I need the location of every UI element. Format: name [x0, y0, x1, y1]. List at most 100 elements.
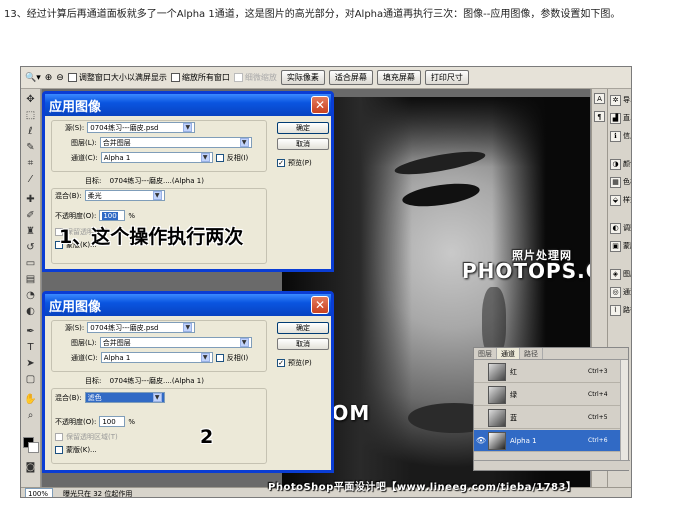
quick-select-tool-icon[interactable]: ✎: [24, 141, 37, 154]
type-tool-icon[interactable]: T: [24, 341, 37, 354]
dialog-1-opacity-input[interactable]: 100: [99, 210, 126, 221]
chevron-down-icon: ▼: [200, 353, 210, 362]
dock-navigator[interactable]: ✲导...: [610, 91, 631, 109]
paragraph-panel-icon[interactable]: ¶: [594, 111, 605, 122]
info-icon: ℹ: [610, 130, 621, 142]
chevron-down-icon: ▼: [152, 191, 162, 200]
fit-screen-button[interactable]: 适合屏幕: [328, 70, 373, 85]
dialog-1-channel-select[interactable]: Alpha 1 ▼: [100, 152, 213, 163]
dock-color[interactable]: ◑颜色: [610, 155, 631, 173]
paths-icon: ⌇: [610, 304, 621, 316]
dialog-1-blend-select[interactable]: 柔光 ▼: [84, 190, 165, 201]
stamp-tool-icon[interactable]: ♜: [24, 225, 37, 238]
dock-channels[interactable]: ◎通道: [610, 283, 631, 301]
pen-tool-icon[interactable]: ✒: [24, 325, 37, 338]
channel-thumbnail: [488, 362, 506, 381]
shape-tool-icon[interactable]: ▢: [24, 373, 37, 386]
channels-icon: ◎: [610, 286, 621, 298]
history-brush-icon[interactable]: ↺: [24, 241, 37, 254]
dialog-2-annotation: 2: [200, 426, 214, 448]
eyedropper-tool-icon[interactable]: ⁄: [24, 173, 37, 186]
dock-paths[interactable]: ⌇路径: [610, 301, 631, 319]
dock-adjustments[interactable]: ◐调整: [610, 219, 631, 237]
brush-tool-icon[interactable]: ✐: [24, 209, 37, 222]
dialog-2-opacity-input[interactable]: 100: [99, 416, 126, 427]
photoshop-window: 🔍▾ ⊕ ⊖ 调整窗口大小以满屏显示 缩放所有窗口 细微缩放 实际像素 适合屏幕…: [20, 66, 632, 498]
hand-tool-icon[interactable]: ✋: [24, 393, 37, 406]
healing-tool-icon[interactable]: ✚: [24, 193, 37, 206]
visibility-off-icon[interactable]: [474, 385, 488, 405]
eraser-tool-icon[interactable]: ▭: [24, 257, 37, 270]
dock-histogram[interactable]: ▟直...: [610, 109, 631, 127]
zoom-tool-icon[interactable]: 🔍▾: [25, 70, 41, 85]
tab-paths[interactable]: 路径: [520, 348, 543, 359]
dock-info[interactable]: ℹ信息: [610, 127, 631, 145]
dialog-1-source-select[interactable]: 0704练习---磨皮.psd ▼: [87, 122, 196, 133]
blur-tool-icon[interactable]: ◔: [24, 289, 37, 302]
channel-thumbnail: [488, 431, 506, 450]
channel-row-red[interactable]: 红 Ctrl+3: [474, 361, 622, 383]
zoom-out-icon[interactable]: ⊖: [56, 70, 64, 85]
eye-icon[interactable]: 👁: [474, 431, 488, 451]
options-bar: 🔍▾ ⊕ ⊖ 调整窗口大小以满屏显示 缩放所有窗口 细微缩放 实际像素 适合屏幕…: [21, 67, 631, 89]
dock-layers[interactable]: ◈图层: [610, 265, 631, 283]
dodge-tool-icon[interactable]: ◐: [24, 305, 37, 318]
chevron-down-icon: ▼: [183, 323, 193, 332]
dialog-2-cancel-button[interactable]: 取消: [277, 338, 329, 350]
dialog-1-cancel-button[interactable]: 取消: [277, 138, 329, 150]
dialog-2-channel-select[interactable]: Alpha 1 ▼: [100, 352, 213, 363]
navigator-icon: ✲: [610, 94, 621, 106]
zoom-in-icon[interactable]: ⊕: [45, 70, 53, 85]
path-select-tool-icon[interactable]: ➤: [24, 357, 37, 370]
print-size-button[interactable]: 打印尺寸: [424, 70, 469, 85]
marquee-tool-icon[interactable]: ⬚: [24, 109, 37, 122]
layers-icon: ◈: [610, 268, 621, 280]
lasso-tool-icon[interactable]: ℓ: [24, 125, 37, 138]
dock-masks[interactable]: ▣蒙版: [610, 237, 631, 255]
dialog-2-mask-checkbox[interactable]: [55, 446, 63, 454]
dialog-2-layer-select[interactable]: 合并图层 ▼: [99, 337, 252, 348]
dialog-1-layer-select[interactable]: 合并图层 ▼: [99, 137, 252, 148]
channel-thumbnail: [488, 385, 506, 404]
apply-image-dialog-2: 应用图像 ✕ 源(S): 0704练习---磨皮.psd ▼ 图层(L): 合并图…: [42, 291, 334, 473]
footer-watermark: PhotoShop平面设计吧【www.lineeg.com/tieba/1783…: [268, 482, 577, 493]
chevron-down-icon: ▼: [239, 338, 249, 347]
tab-layers[interactable]: 图层: [474, 348, 497, 359]
channel-row-alpha-1[interactable]: 👁 Alpha 1 Ctrl+6: [474, 430, 622, 452]
visibility-off-icon[interactable]: [474, 362, 488, 382]
actual-pixels-button[interactable]: 实际像素: [280, 70, 325, 85]
dialog-2-invert-checkbox[interactable]: [215, 353, 224, 362]
dialog-2-blend-select[interactable]: 滤色 ▼: [84, 392, 165, 403]
dialog-1-ok-button[interactable]: 确定: [277, 122, 329, 134]
channel-row-blue[interactable]: 蓝 Ctrl+5: [474, 407, 622, 429]
dock-swatches[interactable]: ▦色板: [610, 173, 631, 191]
chevron-down-icon: ▼: [200, 153, 210, 162]
channels-scrollbar[interactable]: [620, 360, 628, 460]
zoom-all-checkbox[interactable]: 缩放所有窗口: [170, 72, 230, 83]
zoom-tool-icon-2[interactable]: ⌕: [24, 409, 37, 422]
chevron-down-icon: ▼: [152, 393, 162, 402]
dock-styles[interactable]: ⬙样式: [610, 191, 631, 209]
dialog-2-title: 应用图像 ✕: [45, 294, 331, 316]
dialog-1-invert-checkbox[interactable]: [215, 153, 224, 162]
crop-tool-icon[interactable]: ⌗: [24, 157, 37, 170]
fill-screen-button[interactable]: 填充屏幕: [376, 70, 421, 85]
quick-mask-icon[interactable]: ◙: [24, 461, 37, 474]
tab-channels[interactable]: 通道: [497, 348, 520, 359]
channel-row-green[interactable]: 绿 Ctrl+4: [474, 384, 622, 406]
zoom-level-field[interactable]: 100%: [25, 488, 53, 497]
histogram-icon: ▟: [610, 112, 621, 124]
resize-window-checkbox[interactable]: 调整窗口大小以满屏显示: [67, 72, 167, 83]
character-panel-icon[interactable]: A: [594, 93, 605, 104]
gradient-tool-icon[interactable]: ▤: [24, 273, 37, 286]
visibility-off-icon[interactable]: [474, 408, 488, 428]
background-color-swatch[interactable]: [28, 442, 39, 453]
dialog-1-preview-checkbox[interactable]: ✓: [277, 159, 285, 167]
dialog-2-preview-checkbox[interactable]: ✓: [277, 359, 285, 367]
dialog-2-close-icon[interactable]: ✕: [311, 296, 329, 314]
dialog-1-close-icon[interactable]: ✕: [311, 96, 329, 114]
move-tool-icon[interactable]: ✥: [24, 93, 37, 106]
dialog-2-source-select[interactable]: 0704练习---磨皮.psd ▼: [87, 322, 196, 333]
dialog-2-ok-button[interactable]: 确定: [277, 322, 329, 334]
dialog-1-annotation: 1、这个操作执行两次: [59, 226, 244, 248]
